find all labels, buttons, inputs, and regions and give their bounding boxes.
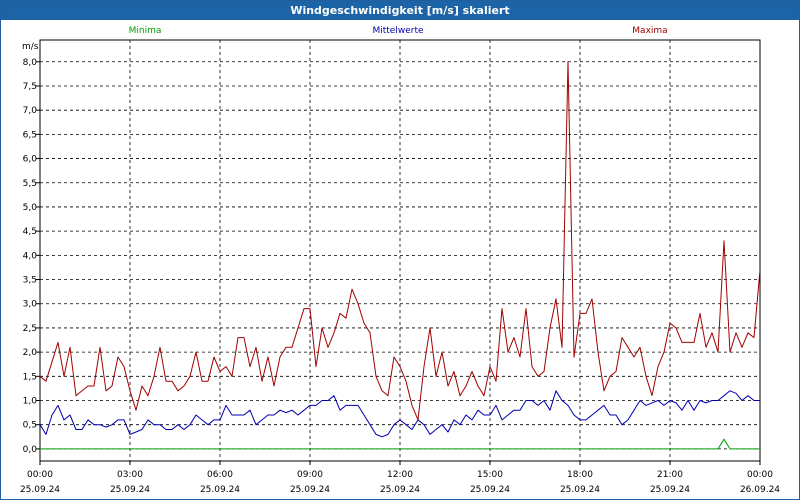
y-axis-label: m/s — [22, 42, 39, 52]
x-tick-labels: 00:00 25.09.24 03:00 25.09.24 06:00 25.09.24 0… — [20, 470, 780, 495]
x-tick-date: 25.09.24 — [20, 485, 60, 495]
y-tick-label: 7,0 — [23, 106, 38, 116]
y-tick-label: 7,5 — [23, 82, 37, 92]
x-tick-date: 25.09.24 — [200, 485, 240, 495]
y-tick-label: 1,0 — [23, 397, 38, 407]
y-tick-label: 6,0 — [23, 155, 38, 165]
axes — [36, 39, 761, 465]
y-tick-label: 6,5 — [23, 130, 37, 140]
x-tick-date: 26.09.24 — [740, 485, 780, 495]
x-tick-date: 25.09.24 — [290, 485, 330, 495]
y-tick-label: 5,5 — [23, 179, 37, 189]
x-tick-date: 25.09.24 — [650, 485, 690, 495]
x-tick-date: 25.09.24 — [470, 485, 510, 495]
x-tick-time: 12:00 — [387, 470, 413, 480]
series-line-maxima — [40, 61, 760, 421]
y-tick-label: 5,0 — [23, 203, 38, 213]
x-tick-time: 06:00 — [207, 470, 233, 480]
y-tick-label: 2,5 — [23, 324, 37, 334]
x-tick-time: 09:00 — [297, 470, 323, 480]
y-tick-label: 1,5 — [23, 372, 37, 382]
legend-entry-maxima: Maxima — [632, 26, 667, 36]
x-tick-date: 25.09.24 — [380, 485, 420, 495]
y-tick-label: 3,5 — [23, 276, 37, 286]
x-tick-time: 03:00 — [117, 470, 143, 480]
y-tick-label: 8,0 — [23, 58, 38, 68]
y-tick-label: 3,0 — [23, 300, 38, 310]
x-tick-time: 21:00 — [657, 470, 683, 480]
legend: Minima Mittelwerte Maxima — [129, 26, 668, 36]
y-tick-labels: 0,0 0,5 1,0 1,5 2,0 2,5 3,0 3,5 4,0 4,5 5,0 5,5 6,0 6… — [23, 58, 38, 455]
y-tick-label: 0,0 — [23, 445, 38, 455]
y-tick-label: 0,5 — [23, 421, 37, 431]
wind-speed-chart: 0,0 0,5 1,0 1,5 2,0 2,5 3,0 3,5 4,0 4,5 5,0 5,5 6,0 6… — [20, 26, 780, 495]
x-tick-date: 25.09.24 — [560, 485, 600, 495]
legend-entry-minima: Minima — [129, 26, 162, 36]
y-tick-label: 4,0 — [23, 251, 38, 261]
x-tick-time: 00:00 — [27, 470, 53, 480]
x-tick-time: 18:00 — [567, 470, 593, 480]
y-tick-label: 2,0 — [23, 348, 38, 358]
grid — [40, 40, 760, 461]
legend-entry-mittelwerte: Mittelwerte — [372, 26, 423, 36]
x-tick-time: 15:00 — [477, 470, 503, 480]
x-tick-time: 00:00 — [747, 470, 773, 480]
y-tick-label: 4,5 — [23, 227, 37, 237]
x-tick-date: 25.09.24 — [110, 485, 150, 495]
